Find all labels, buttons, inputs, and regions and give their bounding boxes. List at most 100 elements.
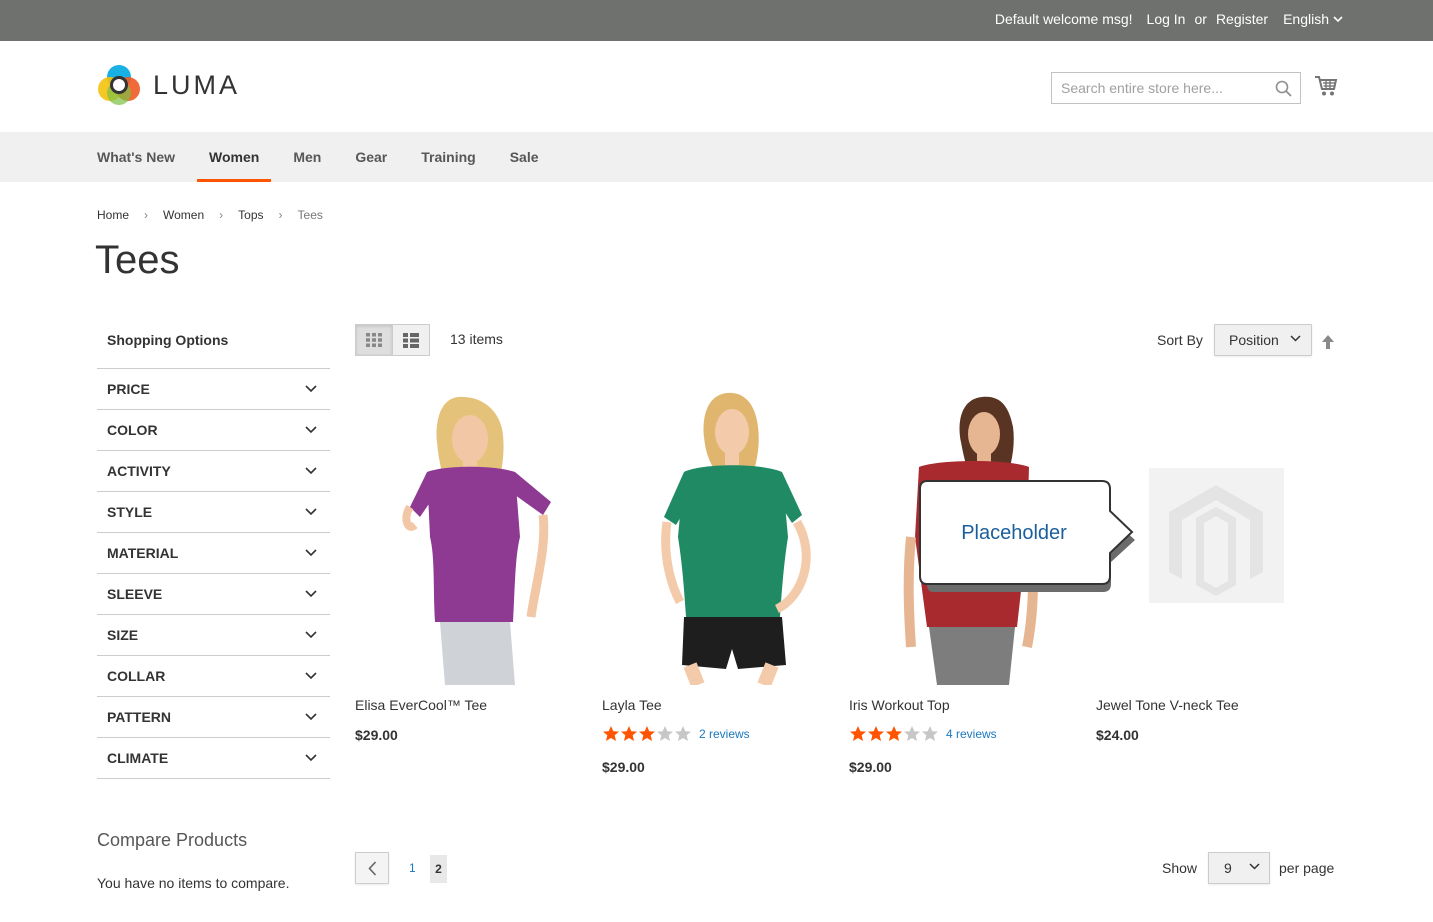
search-input[interactable] bbox=[1052, 73, 1267, 103]
product-name[interactable]: Iris Workout Top bbox=[849, 697, 950, 713]
list-icon bbox=[402, 332, 419, 348]
chevron-down-icon bbox=[305, 385, 317, 393]
chevron-down-icon bbox=[305, 672, 317, 680]
filter-activity[interactable]: ACTIVITY bbox=[97, 451, 330, 492]
language-label: English bbox=[1283, 11, 1329, 27]
filter-pattern[interactable]: PATTERN bbox=[97, 697, 330, 738]
chevron-down-icon bbox=[305, 508, 317, 516]
filter-style[interactable]: STYLE bbox=[97, 492, 330, 533]
nav-item-men[interactable]: Men bbox=[293, 132, 321, 182]
reviews-link[interactable]: 4 reviews bbox=[946, 727, 997, 741]
filter-label: MATERIAL bbox=[107, 545, 179, 561]
filter-price[interactable]: PRICE bbox=[97, 369, 330, 410]
register-link[interactable]: Register bbox=[1216, 11, 1268, 27]
filter-label: COLLAR bbox=[107, 668, 166, 684]
sort-by-value: Position bbox=[1229, 332, 1279, 348]
nav-item-sale[interactable]: Sale bbox=[510, 132, 539, 182]
chevron-down-icon bbox=[1333, 15, 1343, 22]
rating-stars-icon bbox=[603, 726, 691, 741]
rating-stars-icon bbox=[850, 726, 938, 741]
nav-item-whats-new[interactable]: What's New bbox=[97, 132, 175, 182]
pager-page-2-current: 2 bbox=[430, 855, 447, 883]
chevron-down-icon bbox=[305, 590, 317, 598]
login-link[interactable]: Log In bbox=[1147, 11, 1186, 27]
product-price: $24.00 bbox=[1096, 727, 1139, 743]
product-price: $29.00 bbox=[849, 759, 892, 775]
chevron-down-icon bbox=[305, 467, 317, 475]
search-box bbox=[1051, 72, 1301, 104]
limiter-value: 9 bbox=[1224, 860, 1232, 876]
breadcrumb-women[interactable]: Women bbox=[163, 208, 204, 222]
filter-color[interactable]: COLOR bbox=[97, 410, 330, 451]
nav-item-gear[interactable]: Gear bbox=[355, 132, 387, 182]
product-image[interactable] bbox=[602, 387, 842, 685]
callout-text: Placeholder bbox=[961, 522, 1067, 544]
sort-by-select[interactable]: Position bbox=[1214, 324, 1312, 356]
sort-by-label: Sort By bbox=[1157, 332, 1203, 348]
chevron-down-icon bbox=[305, 549, 317, 557]
product-rating: 2 reviews bbox=[602, 725, 750, 742]
breadcrumb-separator-icon: › bbox=[219, 208, 224, 222]
list-view-button[interactable] bbox=[392, 325, 429, 355]
minicart[interactable] bbox=[1314, 75, 1338, 102]
filter-label: SLEEVE bbox=[107, 586, 163, 602]
filter-label: ACTIVITY bbox=[107, 463, 171, 479]
welcome-message: Default welcome msg! bbox=[994, 11, 1133, 27]
sort-direction-arrow-up-icon[interactable] bbox=[1321, 334, 1335, 350]
filter-size[interactable]: SIZE bbox=[97, 615, 330, 656]
reviews-link[interactable]: 2 reviews bbox=[699, 727, 750, 741]
filter-collar[interactable]: COLLAR bbox=[97, 656, 330, 697]
filter-material[interactable]: MATERIAL bbox=[97, 533, 330, 574]
filter-list: PRICE COLOR ACTIVITY STYLE MATERIAL SLEE… bbox=[97, 368, 330, 779]
luma-logo-icon bbox=[98, 65, 140, 105]
logo[interactable]: LUMA bbox=[97, 63, 240, 107]
compare-empty-message: You have no items to compare. bbox=[97, 875, 290, 891]
chevron-down-icon bbox=[305, 754, 317, 762]
breadcrumb-current: Tees bbox=[297, 208, 323, 222]
breadcrumb-home[interactable]: Home bbox=[97, 208, 129, 222]
pager-previous-button[interactable] bbox=[355, 852, 389, 884]
filter-label: STYLE bbox=[107, 504, 153, 520]
chevron-down-icon bbox=[1249, 863, 1260, 870]
grid-view-button[interactable] bbox=[356, 325, 393, 355]
or-text: or bbox=[1194, 11, 1207, 27]
filter-label: SIZE bbox=[107, 627, 139, 643]
product-name[interactable]: Jewel Tone V-neck Tee bbox=[1096, 697, 1239, 713]
chevron-down-icon bbox=[305, 631, 317, 639]
filter-climate[interactable]: CLIMATE bbox=[97, 738, 330, 779]
chevron-down-icon bbox=[1290, 335, 1301, 342]
nav-item-training[interactable]: Training bbox=[421, 132, 475, 182]
toolbar-item-count: 13 items bbox=[450, 331, 503, 347]
limiter-select[interactable]: 9 bbox=[1208, 852, 1270, 884]
shopping-options-title: Shopping Options bbox=[107, 332, 229, 348]
product-price: $29.00 bbox=[602, 759, 645, 775]
nav-item-women[interactable]: Women bbox=[197, 132, 272, 182]
top-bar: Default welcome msg! Log In or Register … bbox=[0, 0, 1433, 41]
pager-page-1[interactable]: 1 bbox=[409, 861, 416, 875]
header-links: Default welcome msg! Log In or Register … bbox=[995, 11, 1343, 27]
product-image[interactable] bbox=[355, 387, 595, 685]
product-rating: 4 reviews bbox=[849, 725, 997, 742]
product-name[interactable]: Elisa EverCool™ Tee bbox=[355, 697, 487, 713]
product-name[interactable]: Layla Tee bbox=[602, 697, 662, 713]
filter-label: PATTERN bbox=[107, 709, 172, 725]
logo-text: LUMA bbox=[153, 69, 241, 100]
chevron-down-icon bbox=[305, 713, 317, 721]
grid-icon bbox=[365, 333, 382, 347]
chevron-down-icon bbox=[305, 426, 317, 434]
limiter-per-page-label: per page bbox=[1279, 860, 1335, 876]
breadcrumb-tops[interactable]: Tops bbox=[238, 208, 263, 222]
filter-label: COLOR bbox=[107, 422, 158, 438]
page-title: Tees bbox=[95, 238, 180, 282]
shopping-cart-icon bbox=[1315, 76, 1338, 96]
language-switcher[interactable]: English bbox=[1283, 11, 1343, 27]
search-icon[interactable] bbox=[1275, 80, 1292, 97]
placeholder-callout: Placeholder bbox=[919, 480, 1135, 592]
filter-sleeve[interactable]: SLEEVE bbox=[97, 574, 330, 615]
view-mode-switcher bbox=[355, 324, 430, 356]
main-navigation: What's New Women Men Gear Training Sale bbox=[0, 132, 1433, 182]
product-price: $29.00 bbox=[355, 727, 398, 743]
filter-label: CLIMATE bbox=[107, 750, 169, 766]
breadcrumb-separator-icon: › bbox=[278, 208, 283, 222]
limiter-show-label: Show bbox=[1162, 860, 1198, 876]
